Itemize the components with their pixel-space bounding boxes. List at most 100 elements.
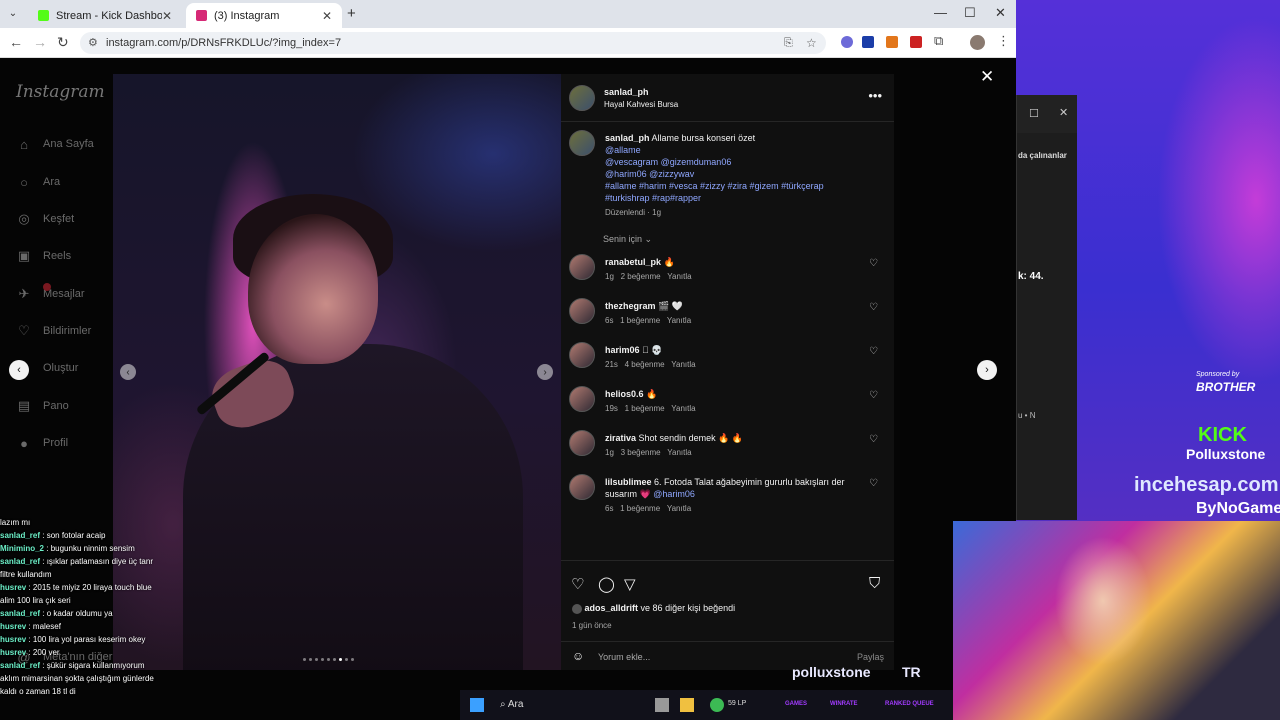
reply-button[interactable]: Yanıtla [667,316,691,325]
previous-image-button[interactable]: ‹ [120,364,136,380]
reload-icon[interactable]: ↻ [57,34,69,51]
close-modal-icon[interactable]: ✕ [980,67,994,87]
caption-username[interactable]: sanlad_ph [605,133,650,143]
task-view-icon[interactable] [655,698,669,712]
save-bookmark-icon[interactable]: ⛉ [869,575,880,592]
bookmark-star-icon[interactable]: ☆ [806,32,817,54]
file-explorer-icon[interactable] [680,698,694,712]
url-text: instagram.com/p/DRNsFRKDLUc/?img_index=7 [106,37,342,49]
commenter-avatar[interactable] [569,342,595,368]
address-bar[interactable]: ⚙ instagram.com/p/DRNsFRKDLUc/?img_index… [80,32,826,54]
likes-rest[interactable]: ve 86 diğer kişi [641,603,701,613]
comment-like-heart-icon[interactable]: ♡ [869,434,878,445]
comment-mention[interactable]: @harim06 [653,489,695,499]
extension-icon[interactable] [862,36,874,48]
metamask-icon[interactable] [886,36,898,48]
comment-like-heart-icon[interactable]: ♡ [869,258,878,269]
caption-mentions[interactable]: @allame [605,144,885,156]
next-image-button[interactable]: › [537,364,553,380]
comment-like-heart-icon[interactable]: ♡ [869,302,878,313]
post-location[interactable]: Hayal Kahvesi Bursa [604,100,678,109]
sidebar-item-profile[interactable]: ● Profil [16,435,68,451]
profile-avatar[interactable] [970,35,985,50]
instagram-logo[interactable]: Instagram [16,82,105,102]
comment-like-heart-icon[interactable]: ♡ [869,346,878,357]
commenter-avatar[interactable] [569,430,595,456]
sidebar-item-explore[interactable]: ◎ Keşfet [16,211,74,227]
comment-likes[interactable]: 1 beğenme [620,316,660,325]
post-comment-button[interactable]: Paylaş [857,652,884,662]
commenter-avatar[interactable] [569,254,595,280]
comment-like-heart-icon[interactable]: ♡ [869,390,878,401]
commenter-avatar[interactable] [569,298,595,324]
commenter-avatar[interactable] [569,474,595,500]
comment-likes[interactable]: 1 beğenme [625,404,665,413]
comment-likes[interactable]: 2 beğenme [621,272,661,281]
liker-username[interactable]: ados_alldrift [585,603,639,613]
comment-likes[interactable]: 1 beğenme [620,504,660,513]
minimize-icon[interactable]: — [934,5,947,20]
close-tab-icon[interactable]: ✕ [322,9,332,23]
messenger-icon: ✈ [18,286,30,301]
caption-mentions[interactable]: @harim06 @zizzywav [605,168,885,180]
close-tab-icon[interactable]: ✕ [162,9,172,23]
like-heart-icon[interactable]: ♡ [571,575,584,593]
taskbar-search[interactable]: ⌕ Ara [500,699,523,710]
close-window-icon[interactable]: ✕ [995,5,1006,21]
windows-start-icon[interactable] [470,698,484,712]
chrome-icon[interactable] [710,698,724,712]
commenter-username[interactable]: thezhegram [605,301,656,311]
commenter-username[interactable]: helios0.6 [605,389,644,399]
extension-icon[interactable] [841,36,853,48]
post-photo[interactable]: ‹ › [113,74,561,670]
share-icon[interactable]: ▽ [624,575,636,593]
next-post-button[interactable]: › [977,360,997,380]
reply-button[interactable]: Yanıtla [671,404,695,413]
previous-post-button[interactable]: ‹ [9,360,29,380]
sidebar-item-messages[interactable]: ✈ Mesajlar [16,283,85,302]
comment-likes[interactable]: 3 beğenme [621,448,661,457]
new-tab-button[interactable]: + [347,5,356,22]
comment-text: zirativa Shot sendin demek 🔥 🔥 [605,432,860,444]
sidebar-item-dashboard[interactable]: ▤ Pano [16,398,69,414]
back-icon[interactable]: ← [9,34,23,50]
commenter-username[interactable]: ranabetul_pk [605,257,661,267]
tab-kick-dashboard[interactable]: Stream - Kick Dashboard ✕ [28,3,182,28]
comment-icon[interactable]: ◯ [598,575,615,593]
sidebar-item-reels[interactable]: ▣ Reels [16,248,71,264]
emoji-icon[interactable]: ☺ [572,649,584,663]
reply-button[interactable]: Yanıtla [671,360,695,369]
install-icon[interactable]: ⎘ [784,32,793,54]
commenter-username[interactable]: harim06 [605,345,640,355]
reply-button[interactable]: Yanıtla [667,448,691,457]
caption-hashtags[interactable]: #allame #harim #vesca #zizzy #zira #gize… [605,180,885,192]
reply-button[interactable]: Yanıtla [667,504,691,513]
caption-hashtags[interactable]: #turkishrap #rap#rapper [605,192,885,204]
tab-search-icon[interactable]: ⌄ [5,6,21,22]
reply-button[interactable]: Yanıtla [667,272,691,281]
comment-input[interactable]: Yorum ekle... [598,652,650,662]
extension-icon[interactable] [910,36,922,48]
extensions-puzzle-icon[interactable]: ⧉ [934,33,943,49]
sidebar-item-home[interactable]: ⌂ Ana Sayfa [16,136,94,152]
caption-mentions[interactable]: @vescagram @gizemduman06 [605,156,885,168]
close-icon[interactable]: ✕ [1059,106,1068,119]
kebab-menu-icon[interactable]: ⋮ [997,33,1010,49]
author-username[interactable]: sanlad_ph [604,87,649,97]
maximize-icon[interactable]: ☐ [1029,107,1039,120]
more-options-icon[interactable]: ••• [868,88,882,103]
comment-likes[interactable]: 4 beğenme [625,360,665,369]
caption-avatar[interactable] [569,130,595,156]
sidebar-item-notifications[interactable]: ♡ Bildirimler [16,323,91,339]
commenter-avatar[interactable] [569,386,595,412]
sidebar-item-search[interactable]: ○ Ara [16,174,60,190]
comment-like-heart-icon[interactable]: ♡ [869,478,878,489]
commenter-username[interactable]: lilsublimee [605,477,652,487]
commenter-username[interactable]: zirativa [605,433,636,443]
author-avatar[interactable] [569,85,595,111]
site-info-icon[interactable]: ⚙ [88,32,98,54]
maximize-icon[interactable]: ☐ [964,5,976,21]
forward-icon[interactable]: → [33,34,47,50]
tab-instagram[interactable]: (3) Instagram ✕ [186,3,342,28]
comment-filter-dropdown[interactable]: Senin için ⌄ [603,234,652,245]
